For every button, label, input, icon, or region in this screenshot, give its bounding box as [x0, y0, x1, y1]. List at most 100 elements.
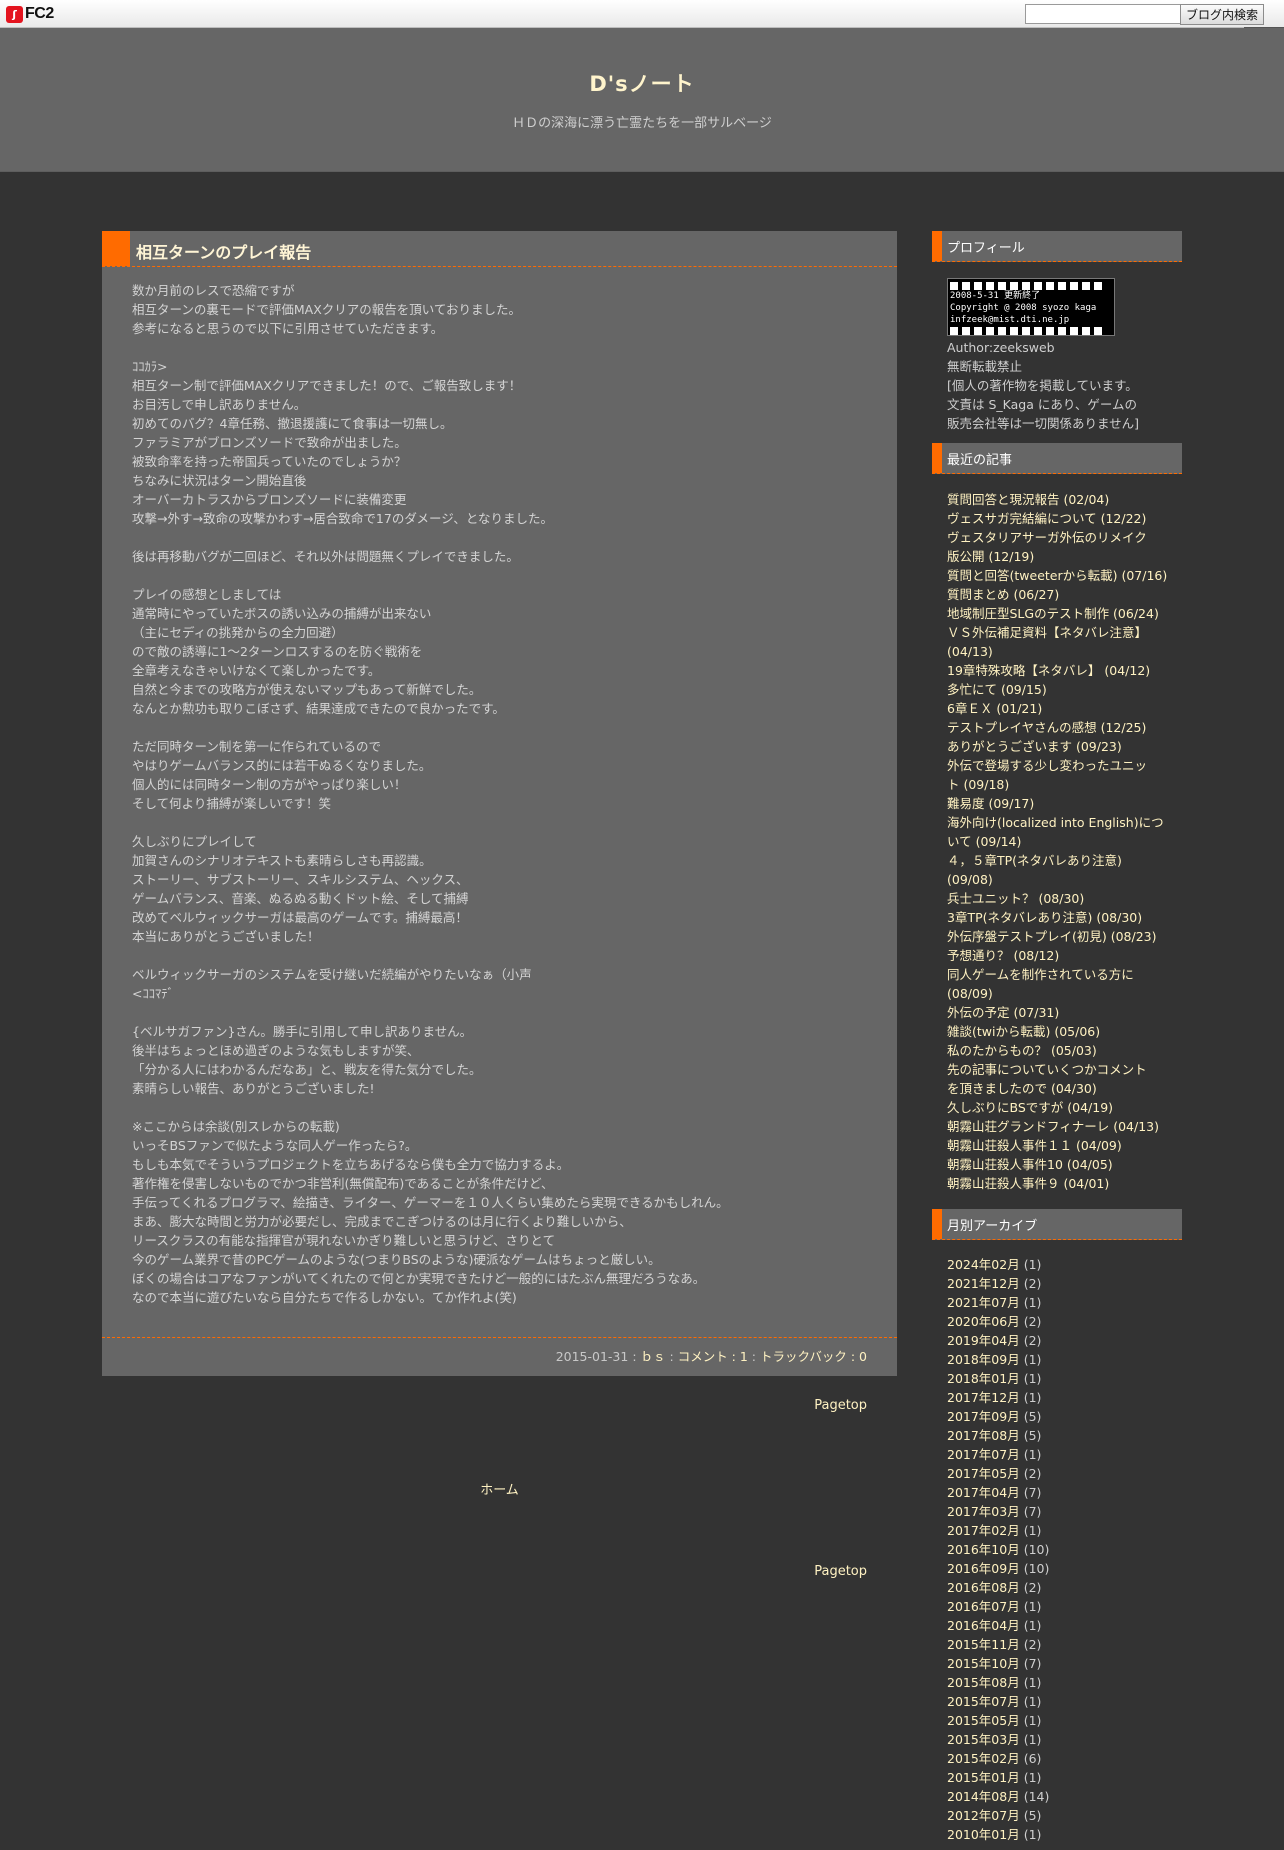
archive-count: (1): [1019, 1390, 1042, 1405]
recent-entry-link[interactable]: ＶＳ外伝補足資料【ネタバレ注意】 (04/13): [947, 623, 1182, 661]
entry-comment-link[interactable]: コメント : 1: [678, 1349, 748, 1364]
plugin-title-marker: [932, 443, 942, 473]
recent-entry-link[interactable]: 先の記事についていくつかコメント を頂きましたので (04/30): [947, 1060, 1182, 1098]
recent-entry-text: 同人ゲームを制作されている方に: [947, 967, 1134, 982]
archive-item: 2016年04月 (1): [947, 1616, 1182, 1635]
recent-entry-link[interactable]: 3章TP(ネタバレあり注意) (08/30): [947, 908, 1182, 927]
footer-separator: :: [628, 1349, 641, 1364]
pagetop-link[interactable]: Pagetop: [814, 1398, 867, 1413]
recent-entry-link[interactable]: 雑談(twiから転載) (05/06): [947, 1022, 1182, 1041]
recent-entry-link[interactable]: 外伝序盤テストプレイ(初見) (08/23): [947, 927, 1182, 946]
recent-entries-list: 質問回答と現況報告 (02/04) ヴェスサガ完結編について (12/22) ヴェス…: [932, 474, 1182, 1193]
archive-month-link[interactable]: 2012年07月: [947, 1808, 1020, 1823]
blog-search-button[interactable]: ブログ内検索: [1180, 4, 1264, 25]
archive-month-link[interactable]: 2016年04月: [947, 1618, 1020, 1633]
archive-month-link[interactable]: 2015年05月: [947, 1713, 1020, 1728]
home-link[interactable]: ホーム: [102, 1479, 897, 1498]
archive-month-link[interactable]: 2017年09月: [947, 1409, 1020, 1424]
recent-entry-link[interactable]: 質問まとめ (06/27): [947, 585, 1182, 604]
archive-month-link[interactable]: 2016年08月: [947, 1580, 1020, 1595]
recent-entry-link[interactable]: 多忙にて (09/15): [947, 680, 1182, 699]
archive-month-link[interactable]: 2015年01月: [947, 1770, 1020, 1785]
archive-count: (1): [1019, 1295, 1042, 1310]
archive-item: 2015年01月 (1): [947, 1768, 1182, 1787]
recent-entry-link[interactable]: ４，５章TP(ネタバレあり注意) (09/08): [947, 851, 1182, 889]
recent-entry-text: 6章ＥＸ (01/21): [947, 701, 1043, 716]
profile-image: 2008-5-31 更新終了 Copyright @ 2008 syozo ka…: [947, 278, 1115, 336]
archive-month-link[interactable]: 2019年04月: [947, 1333, 1020, 1348]
archive-month-link[interactable]: 2017年08月: [947, 1428, 1020, 1443]
archive-month-link[interactable]: 2015年02月: [947, 1751, 1020, 1766]
archive-count: (14): [1019, 1789, 1050, 1804]
blog-title[interactable]: D'sノート: [0, 68, 1284, 98]
recent-entry-link[interactable]: ヴェスサガ完結編について (12/22): [947, 509, 1182, 528]
archive-month-link[interactable]: 2021年07月: [947, 1295, 1020, 1310]
archive-month-link[interactable]: 2021年12月: [947, 1276, 1020, 1291]
archive-month-link[interactable]: 2017年05月: [947, 1466, 1020, 1481]
archive-month-link[interactable]: 2016年09月: [947, 1561, 1020, 1576]
recent-entry-link[interactable]: 同人ゲームを制作されている方に (08/09): [947, 965, 1182, 1003]
recent-entry-text: 朝霧山荘殺人事件10 (04/05): [947, 1157, 1113, 1172]
recent-entry-link[interactable]: 外伝の予定 (07/31): [947, 1003, 1182, 1022]
recent-entry-link[interactable]: 質問回答と現況報告 (02/04): [947, 490, 1182, 509]
recent-entry-link[interactable]: 外伝で登場する少し変わったユニット (09/18): [947, 756, 1182, 794]
recent-entry-link[interactable]: ありがとうございます (09/23): [947, 737, 1182, 756]
recent-entry-link[interactable]: 兵士ユニット？ (08/30): [947, 889, 1182, 908]
recent-entry-link[interactable]: ヴェスタリアサーガ外伝のリメイク 版公開 (12/19): [947, 528, 1182, 566]
archive-count: (5): [1019, 1409, 1042, 1424]
recent-entry-link[interactable]: テストプレイヤさんの感想 (12/25): [947, 718, 1182, 737]
archive-count: (1): [1019, 1523, 1042, 1538]
recent-entry-link[interactable]: 6章ＥＸ (01/21): [947, 699, 1182, 718]
recent-entry-link[interactable]: 地域制圧型SLGのテスト制作 (06/24): [947, 604, 1182, 623]
archive-month-link[interactable]: 2017年03月: [947, 1504, 1020, 1519]
recent-entry-link[interactable]: 難易度 (09/17): [947, 794, 1182, 813]
archive-month-link[interactable]: 2015年10月: [947, 1656, 1020, 1671]
recent-entry-link[interactable]: 朝霧山荘殺人事件９ (04/01): [947, 1174, 1182, 1193]
recent-entry-link[interactable]: 久しぶりにBSですが (04/19): [947, 1098, 1182, 1117]
recent-entry-text: (08/09): [947, 986, 993, 1001]
entry-title[interactable]: 相互ターンのプレイ報告: [136, 239, 311, 263]
archive-list: 2024年02月 (1) 2021年12月 (2) 2021年07月 (1) 2020…: [932, 1240, 1182, 1844]
entry: 相互ターンのプレイ報告 数か月前のレスで恐縮ですが 相互ターンの裏モードで評価MA…: [102, 231, 897, 1376]
recent-entry-link[interactable]: 私のたからもの？ (05/03): [947, 1041, 1182, 1060]
archive-month-link[interactable]: 2018年01月: [947, 1371, 1020, 1386]
archive-month-link[interactable]: 2015年08月: [947, 1675, 1020, 1690]
archive-month-link[interactable]: 2014年08月: [947, 1789, 1020, 1804]
archive-count: (2): [1019, 1333, 1042, 1348]
archive-item: 2015年02月 (6): [947, 1749, 1182, 1768]
archive-month-link[interactable]: 2020年06月: [947, 1314, 1020, 1329]
archive-count: (7): [1019, 1485, 1042, 1500]
archive-month-link[interactable]: 2017年07月: [947, 1447, 1020, 1462]
recent-entry-text: 朝霧山荘殺人事件１１ (04/09): [947, 1138, 1122, 1153]
recent-entry-text: ヴェスタリアサーガ外伝のリメイク: [947, 530, 1147, 545]
pagetop-row: Pagetop: [102, 1398, 897, 1413]
archive-month-link[interactable]: 2016年10月: [947, 1542, 1020, 1557]
recent-entry-link[interactable]: 朝霧山荘グランドフィナーレ (04/13): [947, 1117, 1182, 1136]
recent-entry-link[interactable]: 朝霧山荘殺人事件10 (04/05): [947, 1155, 1182, 1174]
blog-search-input[interactable]: [1025, 4, 1181, 24]
archive-month-link[interactable]: 2024年02月: [947, 1257, 1020, 1272]
archive-item: 2019年04月 (2): [947, 1331, 1182, 1350]
fc2-logo[interactable]: ʃ FC2: [6, 4, 54, 24]
archive-month-link[interactable]: 2010年01月: [947, 1827, 1020, 1842]
pagetop-link[interactable]: Pagetop: [814, 1564, 867, 1579]
archive-month-link[interactable]: 2018年09月: [947, 1352, 1020, 1367]
archive-month-link[interactable]: 2015年11月: [947, 1637, 1020, 1652]
archive-month-link[interactable]: 2017年02月: [947, 1523, 1020, 1538]
archive-month-link[interactable]: 2016年07月: [947, 1599, 1020, 1614]
entry-line: <ｺｺﾏﾃﾞ: [132, 986, 174, 1001]
archive-month-link[interactable]: 2017年04月: [947, 1485, 1020, 1500]
entry-category-link[interactable]: ｂｓ: [641, 1349, 666, 1364]
recent-entry-text: 朝霧山荘グランドフィナーレ (04/13): [947, 1119, 1160, 1134]
recent-entry-link[interactable]: 19章特殊攻略【ネタバレ】 (04/12): [947, 661, 1182, 680]
recent-entry-link[interactable]: 朝霧山荘殺人事件１１ (04/09): [947, 1136, 1182, 1155]
entry-trackback-link[interactable]: トラックバック : 0: [760, 1349, 867, 1364]
recent-entry-link[interactable]: 予想通り？ (08/12): [947, 946, 1182, 965]
archive-count: (2): [1019, 1314, 1042, 1329]
recent-entry-link[interactable]: 海外向け(localized into English)につ いて (09/14): [947, 813, 1182, 851]
archive-count: (1): [1019, 1371, 1042, 1386]
archive-month-link[interactable]: 2017年12月: [947, 1390, 1020, 1405]
archive-month-link[interactable]: 2015年03月: [947, 1732, 1020, 1747]
archive-month-link[interactable]: 2015年07月: [947, 1694, 1020, 1709]
recent-entry-link[interactable]: 質問と回答(tweeterから転載) (07/16): [947, 566, 1182, 585]
